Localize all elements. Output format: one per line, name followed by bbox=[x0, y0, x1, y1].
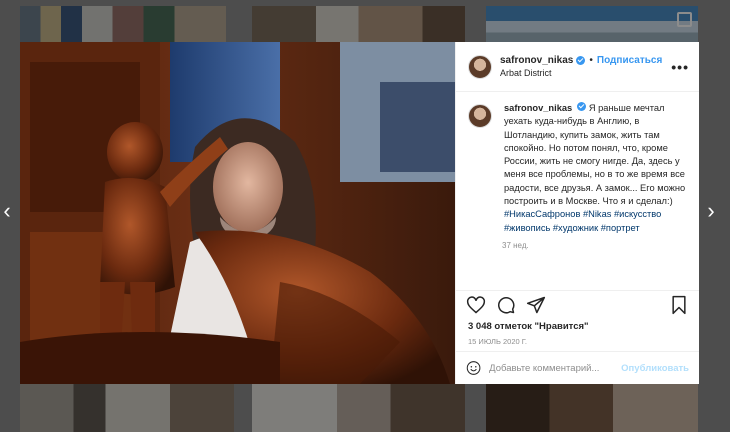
caption-time: 37 нед. bbox=[502, 240, 529, 250]
separator-dot: • bbox=[589, 55, 593, 66]
post-header: safronov_nikas • Подписаться Arbat Distr… bbox=[456, 42, 699, 92]
add-comment-bar: Опубликовать bbox=[456, 352, 699, 384]
caption-username[interactable]: safronov_nikas bbox=[504, 103, 572, 113]
follow-button[interactable]: Подписаться bbox=[597, 55, 662, 66]
comments-area: safronov_nikas Я раньше мечтал уехать ку… bbox=[456, 92, 699, 290]
heart-icon[interactable] bbox=[466, 295, 486, 315]
publish-button[interactable]: Опубликовать bbox=[621, 363, 689, 374]
caption-text: Я раньше мечтал уехать куда-нибудь в Анг… bbox=[504, 103, 686, 207]
comment-input[interactable] bbox=[489, 362, 622, 374]
post-photo[interactable] bbox=[20, 42, 455, 384]
verified-badge-icon bbox=[577, 102, 587, 111]
chevron-right-icon[interactable]: › bbox=[704, 200, 718, 222]
avatar[interactable] bbox=[468, 104, 492, 128]
post-photo-image bbox=[20, 42, 455, 384]
share-icon[interactable] bbox=[526, 295, 546, 315]
likes-count[interactable]: 3 048 отметок "Нравится" bbox=[456, 319, 699, 335]
comment-icon[interactable] bbox=[496, 295, 516, 315]
caption: safronov_nikas Я раньше мечтал уехать ку… bbox=[504, 102, 687, 235]
caption-hashtags[interactable]: #НикасСафронов #Nikas #искусство #живопи… bbox=[504, 209, 661, 232]
emoji-icon[interactable] bbox=[466, 359, 481, 377]
more-options-icon[interactable]: ••• bbox=[671, 59, 689, 75]
post-sidebar: safronov_nikas • Подписаться Arbat Distr… bbox=[455, 42, 699, 384]
chevron-left-icon[interactable]: ‹ bbox=[0, 200, 14, 222]
action-bar bbox=[456, 290, 699, 319]
avatar[interactable] bbox=[468, 54, 492, 79]
post-header-line: safronov_nikas • Подписаться bbox=[500, 55, 671, 66]
verified-badge-icon bbox=[576, 56, 586, 65]
post-header-text: safronov_nikas • Подписаться Arbat Distr… bbox=[500, 55, 671, 78]
location-link[interactable]: Arbat District bbox=[500, 68, 671, 78]
username-link[interactable]: safronov_nikas bbox=[500, 55, 573, 66]
post-date: 15 июль 2020 г. bbox=[456, 335, 699, 352]
bookmark-icon[interactable] bbox=[669, 295, 689, 315]
post-modal: safronov_nikas • Подписаться Arbat Distr… bbox=[20, 42, 699, 384]
caption-row: safronov_nikas Я раньше мечтал уехать ку… bbox=[468, 102, 687, 235]
